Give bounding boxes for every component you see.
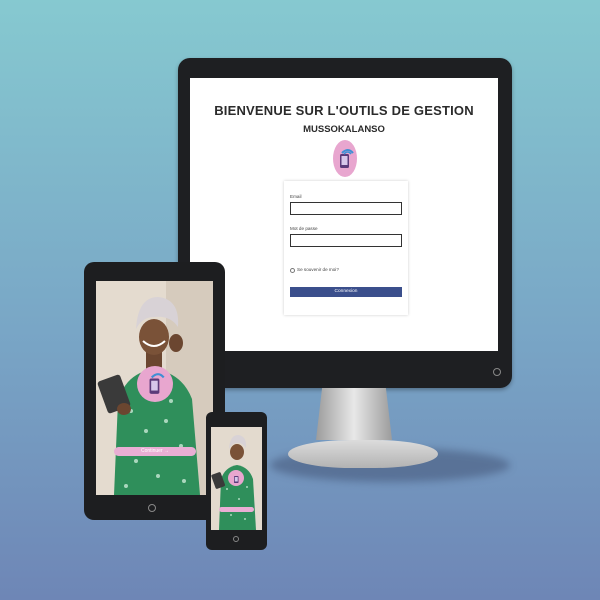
logo-graphic [340, 148, 354, 168]
password-field[interactable] [290, 234, 402, 247]
phone-home-button [233, 536, 239, 542]
phone-with-wifi-icon [228, 470, 244, 486]
page-title: BIENVENUE SUR L'OUTILS DE GESTION [214, 103, 474, 118]
monitor-stand-base [288, 440, 438, 468]
login-button[interactable]: Connexion [290, 287, 402, 297]
phone-with-wifi-icon [333, 140, 357, 177]
tablet-home-button [148, 504, 156, 512]
tablet-screen: Continuer → [96, 281, 213, 495]
login-screen: BIENVENUE SUR L'OUTILS DE GESTION MUSSOK… [190, 78, 498, 351]
email-field[interactable] [290, 202, 402, 215]
remember-me-checkbox[interactable] [290, 268, 295, 273]
password-label: Mot de passe [290, 226, 318, 231]
phone-screen [211, 427, 262, 530]
phone-with-wifi-icon [137, 366, 173, 402]
phone-logo-graphic [233, 475, 238, 483]
login-form: Email Mot de passe Se souvenir de moi? C… [284, 181, 408, 315]
monitor-power-button [493, 368, 501, 376]
monitor-stand-neck [316, 388, 392, 440]
remember-me-label: Se souvenir de moi? [297, 267, 339, 272]
page-subtitle: MUSSOKALANSO [303, 124, 385, 135]
phone-continue-button[interactable] [219, 507, 254, 512]
tablet-logo-graphic [149, 373, 165, 394]
continue-button[interactable]: Continuer → [114, 447, 196, 456]
email-label: Email [290, 194, 302, 199]
